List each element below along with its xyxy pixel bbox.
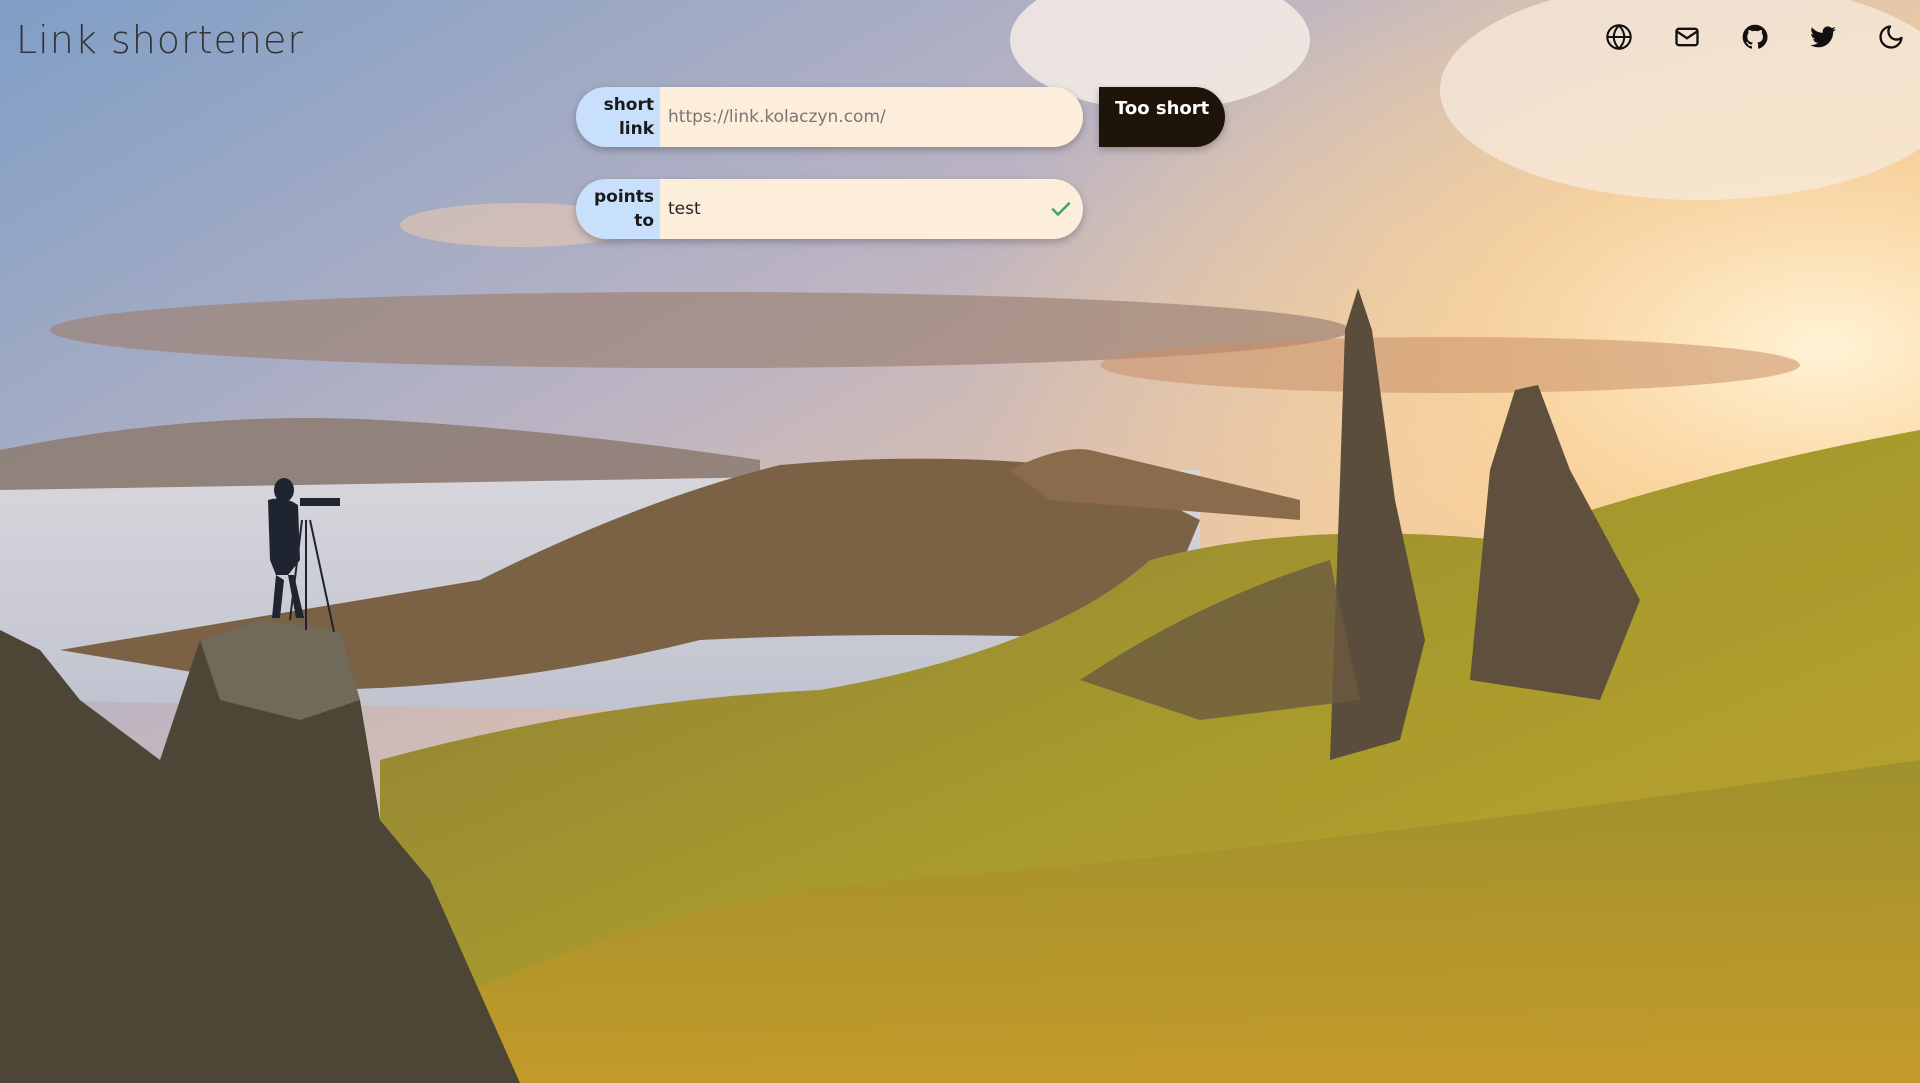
background-landscape-image — [0, 0, 1920, 1083]
points-to-pill: points to — [576, 179, 1083, 239]
site-title: Link shortener — [16, 18, 305, 62]
check-icon — [1051, 202, 1071, 216]
points-to-label: points to — [576, 179, 660, 239]
points-to-row: points to — [576, 179, 1083, 239]
short-link-input-wrap — [660, 87, 1083, 147]
short-link-input[interactable] — [660, 87, 1083, 147]
points-to-input[interactable] — [660, 179, 1083, 239]
short-link-pill: short link — [576, 87, 1083, 147]
points-to-input-wrap — [660, 179, 1083, 239]
moon-icon[interactable] — [1876, 22, 1906, 52]
github-icon[interactable] — [1740, 22, 1770, 52]
twitter-icon[interactable] — [1808, 22, 1838, 52]
header-icon-bar — [1604, 22, 1906, 52]
mail-icon[interactable] — [1672, 22, 1702, 52]
short-link-label: short link — [576, 87, 660, 147]
short-link-row: shortlink Too short — [576, 87, 1226, 147]
globe-icon[interactable] — [1604, 22, 1634, 52]
submit-button[interactable]: Too short — [1099, 87, 1226, 147]
page: Link shortener short link https://link.k… — [0, 0, 1920, 1083]
